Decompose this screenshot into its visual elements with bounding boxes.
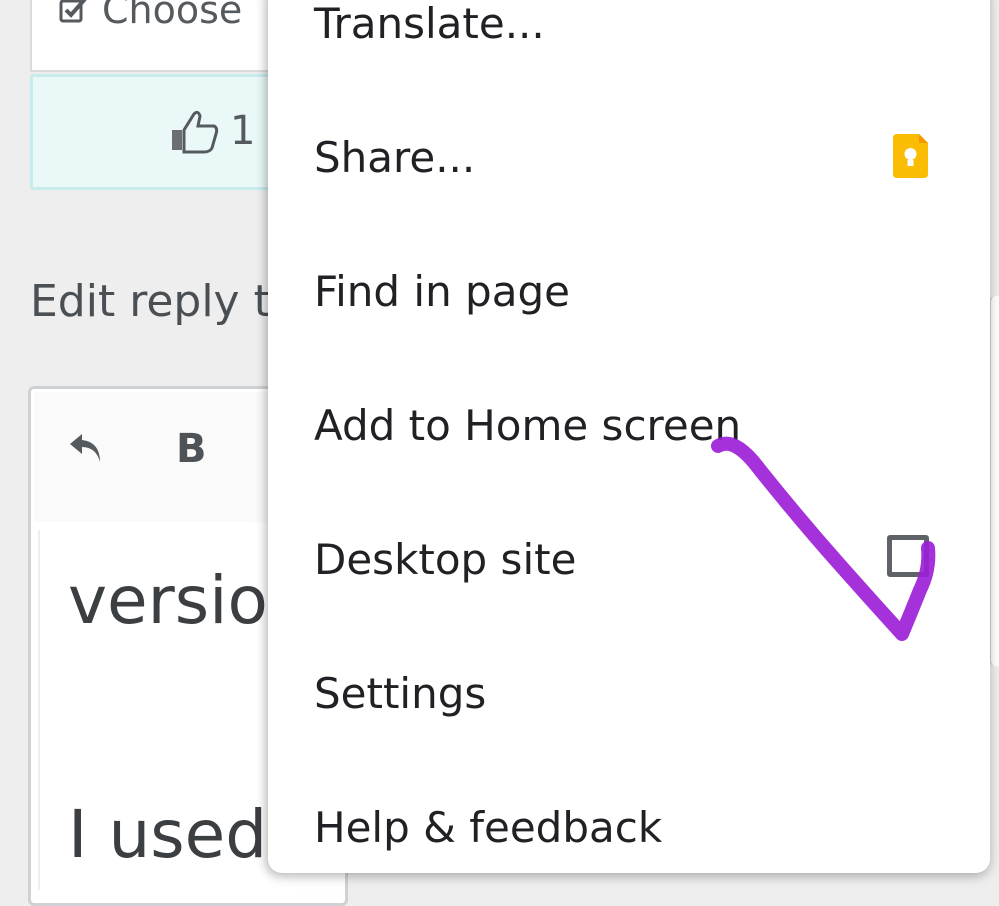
menu-item-label: Translate...: [314, 0, 545, 48]
menu-item-add-to-home-screen[interactable]: Add to Home screen: [268, 358, 990, 492]
undo-icon[interactable]: [66, 428, 106, 468]
checkbox-checked-icon: [59, 0, 87, 23]
bold-button[interactable]: B: [176, 426, 207, 472]
menu-item-label: Find in page: [314, 266, 570, 316]
menu-item-label: Add to Home screen: [314, 400, 742, 450]
editor-text-line: I used: [68, 796, 268, 873]
menu-item-label: Desktop site: [314, 534, 577, 584]
menu-item-settings[interactable]: Settings: [268, 626, 990, 760]
edit-reply-heading: Edit reply t: [30, 276, 271, 327]
desktop-site-checkbox[interactable]: [887, 535, 929, 577]
menu-item-share[interactable]: Share...: [268, 90, 990, 224]
google-keep-icon[interactable]: [893, 134, 928, 178]
thumbs-up-icon: [172, 110, 219, 154]
menu-item-label: Share...: [314, 132, 476, 182]
choose-label: Choose: [102, 0, 243, 32]
menu-item-find-in-page[interactable]: Find in page: [268, 224, 990, 358]
choose-solution-button[interactable]: Choose: [58, 0, 242, 32]
editor-text-line: versior: [68, 562, 296, 639]
menu-item-label: Help & feedback: [314, 802, 663, 852]
menu-item-desktop-site[interactable]: Desktop site: [268, 492, 990, 626]
menu-item-label: Settings: [314, 668, 487, 718]
menu-item-translate[interactable]: Translate...: [268, 0, 990, 90]
menu-item-help-feedback[interactable]: Help & feedback: [268, 760, 990, 894]
side-panel-edge: [989, 296, 999, 666]
